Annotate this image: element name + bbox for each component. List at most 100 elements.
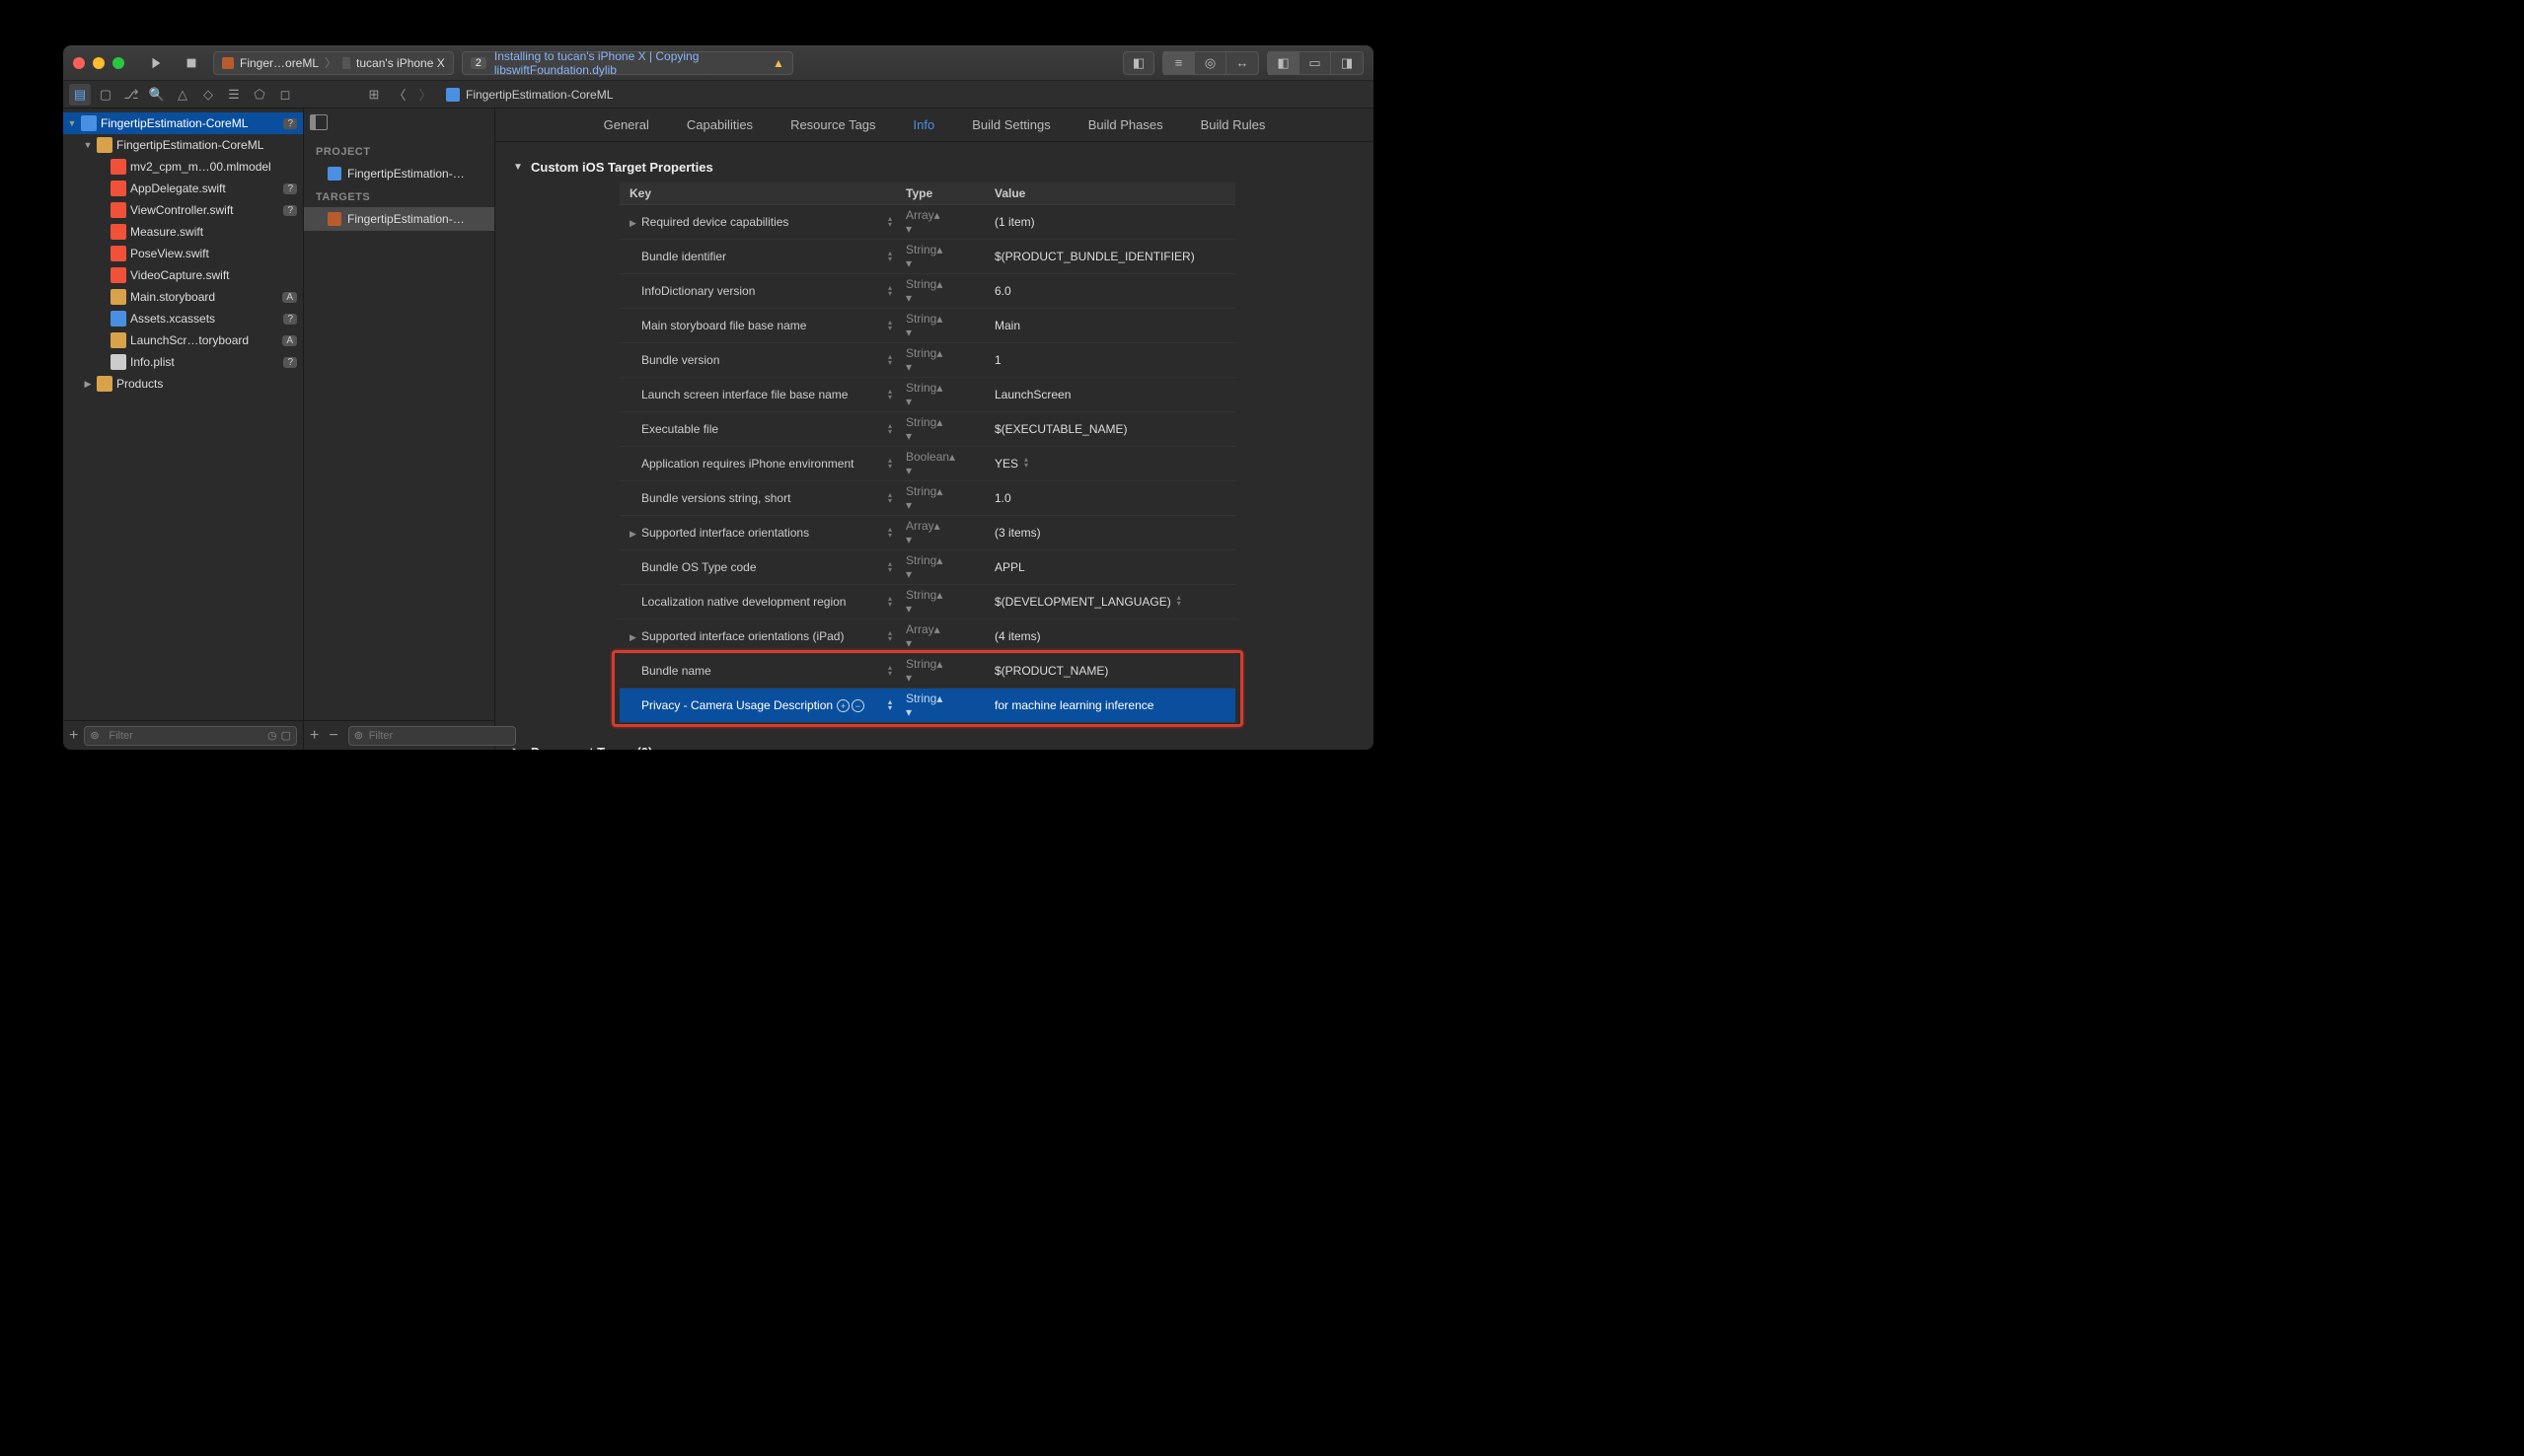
plist-value-cell[interactable]: $(EXECUTABLE_NAME) <box>985 412 1235 447</box>
breakpoint-navigator-icon[interactable]: ⬠ <box>249 84 270 106</box>
plist-value-cell[interactable]: (4 items) <box>985 619 1235 654</box>
plist-value-cell[interactable]: YES▴▾ <box>985 447 1235 481</box>
outline-toggle-button[interactable] <box>310 114 328 130</box>
stepper-icon[interactable]: ▴▾ <box>906 277 942 305</box>
report-navigator-icon[interactable]: ◻ <box>274 84 296 106</box>
stepper-icon[interactable]: ▴▾ <box>888 630 892 642</box>
file-row[interactable]: AppDelegate.swift ? <box>63 178 303 199</box>
stepper-icon[interactable]: ▴▾ <box>888 389 892 400</box>
plist-type-cell[interactable]: String▴▾ <box>896 689 985 723</box>
products-group-row[interactable]: ▶ Products <box>63 373 303 395</box>
file-row[interactable]: LaunchScr…toryboard A <box>63 329 303 351</box>
stepper-icon[interactable]: ▴▾ <box>888 320 892 331</box>
zoom-window-button[interactable] <box>112 57 124 69</box>
stepper-icon[interactable]: ▴▾ <box>888 458 892 470</box>
stepper-icon[interactable]: ▴▾ <box>906 692 942 719</box>
stepper-icon[interactable]: ▴▾ <box>888 423 892 435</box>
plist-key-cell[interactable]: Bundle OS Type code▴▾ <box>620 550 896 585</box>
related-items-icon[interactable]: ⊞ <box>363 84 385 106</box>
scm-filter-icon[interactable]: ▢ <box>281 729 291 742</box>
plist-key-cell[interactable]: Bundle name▴▾ <box>620 654 896 689</box>
breadcrumb[interactable]: FingertipEstimation-CoreML <box>440 88 613 102</box>
file-row[interactable]: Assets.xcassets ? <box>63 308 303 329</box>
plist-row[interactable]: Bundle version▴▾ String▴▾ 1 <box>620 343 1235 378</box>
stepper-icon[interactable]: ▴▾ <box>906 312 942 339</box>
test-navigator-icon[interactable]: ◇ <box>197 84 219 106</box>
plist-value-cell[interactable]: APPL <box>985 550 1235 585</box>
stepper-icon[interactable]: ▴▾ <box>888 665 892 677</box>
file-row[interactable]: Main.storyboard A <box>63 286 303 308</box>
run-button[interactable] <box>142 51 170 75</box>
plist-row[interactable]: Main storyboard file base name▴▾ String▴… <box>620 309 1235 343</box>
stop-button[interactable] <box>178 51 205 75</box>
tab-capabilities[interactable]: Capabilities <box>687 117 753 132</box>
plist-key-cell[interactable]: Launch screen interface file base name▴▾ <box>620 378 896 412</box>
project-navigator-icon[interactable]: ▤ <box>69 84 91 106</box>
plist-key-cell[interactable]: Privacy - Camera Usage Description▴▾ + − <box>620 689 896 723</box>
plist-value-cell[interactable]: Main <box>985 309 1235 343</box>
file-row[interactable]: PoseView.swift <box>63 243 303 264</box>
toggle-navigator-button[interactable]: ◧ <box>1268 51 1299 75</box>
stepper-icon[interactable]: ▴▾ <box>888 285 892 297</box>
symbol-navigator-icon[interactable]: ⎇ <box>120 84 142 106</box>
plist-type-cell[interactable]: String▴▾ <box>896 654 985 689</box>
section-custom-ios-target-properties[interactable]: ▼ Custom iOS Target Properties <box>513 152 1356 182</box>
version-editor-button[interactable]: ↔ <box>1226 51 1258 75</box>
outline-project-item[interactable]: FingertipEstimation-… <box>304 162 494 185</box>
plist-type-cell[interactable]: Boolean▴▾ <box>896 447 985 481</box>
plist-key-cell[interactable]: Bundle version▴▾ <box>620 343 896 378</box>
outline-target-item[interactable]: FingertipEstimation-… <box>304 207 494 231</box>
library-button[interactable]: ◧ <box>1123 51 1154 75</box>
tab-build-settings[interactable]: Build Settings <box>972 117 1051 132</box>
stepper-icon[interactable]: ▴▾ <box>906 553 942 581</box>
plist-type-cell[interactable]: String▴▾ <box>896 412 985 447</box>
nav-forward-icon[interactable]: 〉 <box>414 84 436 106</box>
file-row[interactable]: ViewController.swift ? <box>63 199 303 221</box>
plist-key-cell[interactable]: Application requires iPhone environment▴… <box>620 447 896 481</box>
stepper-icon[interactable]: ▴▾ <box>906 622 940 650</box>
plist-row[interactable]: InfoDictionary version▴▾ String▴▾ 6.0 <box>620 274 1235 309</box>
plist-key-cell[interactable]: ▶Supported interface orientations▴▾ <box>620 516 896 550</box>
plist-key-cell[interactable]: Bundle versions string, short▴▾ <box>620 481 896 516</box>
add-row-button[interactable]: + <box>837 699 850 712</box>
plist-type-cell[interactable]: String▴▾ <box>896 240 985 274</box>
plist-row[interactable]: Bundle OS Type code▴▾ String▴▾ APPL <box>620 550 1235 585</box>
plist-value-cell[interactable]: for machine learning inference <box>985 689 1235 723</box>
plist-key-cell[interactable]: Bundle identifier▴▾ <box>620 240 896 274</box>
navigator-filter-input[interactable] <box>84 726 297 746</box>
plist-type-cell[interactable]: String▴▾ <box>896 309 985 343</box>
plist-value-cell[interactable]: $(PRODUCT_NAME) <box>985 654 1235 689</box>
stepper-icon[interactable]: ▴▾ <box>888 561 892 573</box>
plist-type-cell[interactable]: Array▴▾ <box>896 205 985 240</box>
stepper-icon[interactable]: ▴▾ <box>888 251 892 262</box>
outline-filter-input[interactable] <box>348 726 516 746</box>
stepper-icon[interactable]: ▴▾ <box>906 657 942 685</box>
file-row[interactable]: VideoCapture.swift <box>63 264 303 286</box>
group-row[interactable]: ▼ FingertipEstimation-CoreML <box>63 134 303 156</box>
plist-value-cell[interactable]: 1 <box>985 343 1235 378</box>
standard-editor-button[interactable]: ≡ <box>1163 51 1195 75</box>
plist-value-cell[interactable]: (1 item) <box>985 205 1235 240</box>
issue-navigator-icon[interactable]: △ <box>172 84 193 106</box>
plist-row[interactable]: Launch screen interface file base name▴▾… <box>620 378 1235 412</box>
plist-key-cell[interactable]: Main storyboard file base name▴▾ <box>620 309 896 343</box>
stepper-icon[interactable]: ▴▾ <box>888 492 892 504</box>
stepper-icon[interactable]: ▴▾ <box>888 354 892 366</box>
plist-type-cell[interactable]: String▴▾ <box>896 378 985 412</box>
plist-type-cell[interactable]: String▴▾ <box>896 550 985 585</box>
stepper-icon[interactable]: ▴▾ <box>906 519 940 546</box>
close-window-button[interactable] <box>73 57 85 69</box>
project-root-row[interactable]: ▼ FingertipEstimation-CoreML ? <box>63 112 303 134</box>
stepper-icon[interactable]: ▴▾ <box>906 415 942 443</box>
plist-type-cell[interactable]: String▴▾ <box>896 481 985 516</box>
plist-type-cell[interactable]: Array▴▾ <box>896 619 985 654</box>
stepper-icon[interactable]: ▴▾ <box>906 208 940 236</box>
plist-value-cell[interactable]: (3 items) <box>985 516 1235 550</box>
plist-key-cell[interactable]: Localization native development region▴▾ <box>620 585 896 619</box>
toggle-inspector-button[interactable]: ◨ <box>1331 51 1363 75</box>
tab-build-phases[interactable]: Build Phases <box>1088 117 1163 132</box>
section-document-types[interactable]: ▶ Document Types (0) <box>513 737 1356 750</box>
add-button[interactable]: + <box>69 727 78 745</box>
find-navigator-icon[interactable]: 🔍 <box>146 84 168 106</box>
stepper-icon[interactable]: ▴▾ <box>888 216 892 228</box>
